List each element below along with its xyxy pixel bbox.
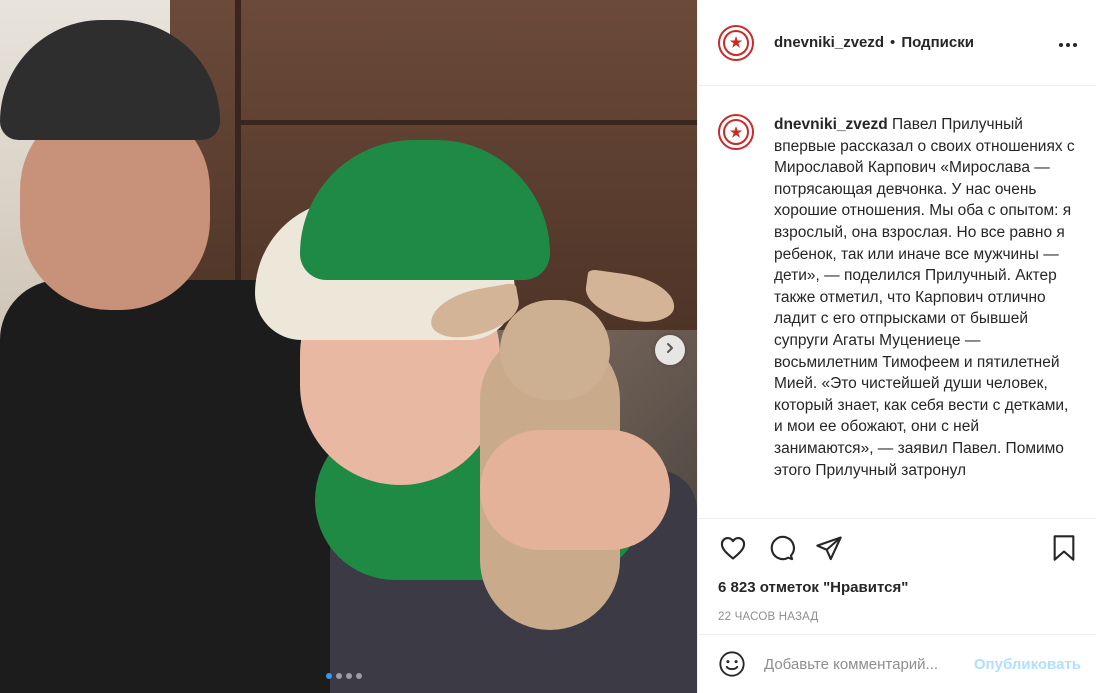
post-sidebar: ★ dnevniki_zvezd • Подписки ★ dnevniki_z… (697, 0, 1096, 693)
smiley-icon[interactable] (716, 648, 748, 680)
post-actions-area: 6 823 отметок "Нравится" 22 ЧАСОВ НАЗАД (698, 518, 1096, 625)
carousel-next-button[interactable] (655, 335, 685, 365)
photo-door-seam-horizontal (235, 120, 697, 125)
bookmark-icon[interactable] (1047, 531, 1081, 565)
action-bar (698, 519, 1096, 577)
carousel-dot (346, 673, 352, 679)
comment-input[interactable] (764, 655, 968, 673)
caption-username[interactable]: dnevniki_zvezd (774, 116, 888, 133)
caption-avatar[interactable]: ★ (718, 114, 754, 150)
publish-button[interactable]: Опубликовать (974, 656, 1081, 673)
heart-icon[interactable] (716, 531, 750, 565)
caption-text: Павел Прилучный впервые рассказал о свои… (774, 116, 1075, 479)
post-timestamp[interactable]: 22 ЧАСОВ НАЗАД (698, 609, 1096, 625)
photo-hand (480, 430, 670, 550)
send-icon[interactable] (812, 531, 846, 565)
chevron-right-icon (664, 341, 676, 359)
add-comment-bar: Опубликовать (698, 634, 1096, 693)
avatar[interactable]: ★ (718, 24, 754, 61)
avatar-star-icon: ★ (723, 29, 749, 56)
photo-kitten-head (500, 300, 610, 400)
photo-man-hoodie (0, 280, 330, 693)
carousel-dot (356, 673, 362, 679)
separator-dot: • (890, 34, 896, 51)
avatar-star-icon: ★ (723, 119, 749, 145)
more-horizontal-icon[interactable] (1058, 31, 1078, 54)
following-button[interactable]: Подписки (901, 34, 974, 51)
carousel-indicator (326, 673, 362, 679)
post-photo[interactable] (0, 0, 697, 693)
comment-icon[interactable] (764, 531, 798, 565)
carousel-dot (326, 673, 332, 679)
comments-section[interactable]: ★ dnevniki_zvezd Павел Прилучный впервые… (698, 86, 1096, 518)
likes-count[interactable]: 6 823 отметок "Нравится" (698, 577, 1096, 599)
carousel-dot (336, 673, 342, 679)
post-caption: dnevniki_zvezd Павел Прилучный впервые р… (774, 114, 1078, 518)
author-username[interactable]: dnevniki_zvezd (774, 34, 884, 51)
post-header: ★ dnevniki_zvezd • Подписки (698, 0, 1096, 86)
